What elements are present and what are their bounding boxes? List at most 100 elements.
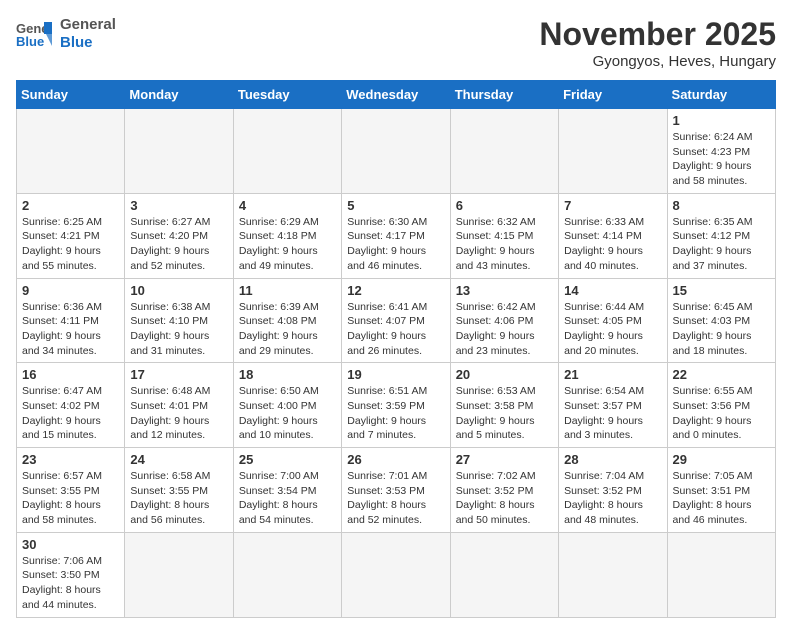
calendar-cell xyxy=(125,109,233,194)
day-number: 28 xyxy=(564,452,661,467)
calendar-cell: 28 Sunrise: 7:04 AM Sunset: 3:52 PM Dayli… xyxy=(559,448,667,533)
calendar-cell xyxy=(342,532,450,617)
day-number: 26 xyxy=(347,452,444,467)
day-number: 11 xyxy=(239,283,336,298)
day-info: Sunrise: 6:41 AM Sunset: 4:07 PM Dayligh… xyxy=(347,300,444,359)
calendar-cell: 26 Sunrise: 7:01 AM Sunset: 3:53 PM Dayli… xyxy=(342,448,450,533)
calendar-cell xyxy=(559,532,667,617)
day-info: Sunrise: 6:39 AM Sunset: 4:08 PM Dayligh… xyxy=(239,300,336,359)
day-number: 12 xyxy=(347,283,444,298)
calendar-cell: 24Sunrise: 6:58 AM Sunset: 3:55 PM Dayli… xyxy=(125,448,233,533)
day-info: Sunrise: 6:38 AM Sunset: 4:10 PM Dayligh… xyxy=(130,300,227,359)
calendar-week-3: 9Sunrise: 6:36 AM Sunset: 4:11 PM Daylig… xyxy=(17,278,776,363)
month-title: November 2025 xyxy=(539,16,776,53)
day-number: 6 xyxy=(456,198,553,213)
logo-general-text: General xyxy=(60,16,116,34)
calendar-cell xyxy=(450,532,558,617)
weekday-header-sunday: Sunday xyxy=(17,81,125,109)
day-info: Sunrise: 6:54 AM Sunset: 3:57 PM Dayligh… xyxy=(564,384,661,443)
calendar-cell: 29Sunrise: 7:05 AM Sunset: 3:51 PM Dayli… xyxy=(667,448,775,533)
calendar-cell: 30 Sunrise: 7:06 AM Sunset: 3:50 PM Dayli… xyxy=(17,532,125,617)
day-number: 14 xyxy=(564,283,661,298)
day-info: Sunrise: 6:42 AM Sunset: 4:06 PM Dayligh… xyxy=(456,300,553,359)
logo: General Blue General Blue xyxy=(16,16,116,52)
weekday-header-friday: Friday xyxy=(559,81,667,109)
calendar-cell xyxy=(559,109,667,194)
day-number: 2 xyxy=(22,198,119,213)
calendar-header-row: SundayMondayTuesdayWednesdayThursdayFrid… xyxy=(17,81,776,109)
day-number: 5 xyxy=(347,198,444,213)
svg-text:Blue: Blue xyxy=(16,34,44,48)
day-info: Sunrise: 6:48 AM Sunset: 4:01 PM Dayligh… xyxy=(130,384,227,443)
day-number: 17 xyxy=(130,367,227,382)
day-info: Sunrise: 7:01 AM Sunset: 3:53 PM Dayligh… xyxy=(347,469,444,528)
day-number: 29 xyxy=(673,452,770,467)
day-info: Sunrise: 7:06 AM Sunset: 3:50 PM Dayligh… xyxy=(22,554,119,613)
day-number: 21 xyxy=(564,367,661,382)
calendar-cell: 19 Sunrise: 6:51 AM Sunset: 3:59 PM Dayli… xyxy=(342,363,450,448)
calendar-cell: 5 Sunrise: 6:30 AM Sunset: 4:17 PM Daylig… xyxy=(342,193,450,278)
day-number: 13 xyxy=(456,283,553,298)
calendar-table: SundayMondayTuesdayWednesdayThursdayFrid… xyxy=(16,80,776,618)
calendar-cell: 4Sunrise: 6:29 AM Sunset: 4:18 PM Daylig… xyxy=(233,193,341,278)
day-info: Sunrise: 6:45 AM Sunset: 4:03 PM Dayligh… xyxy=(673,300,770,359)
day-info: Sunrise: 6:50 AM Sunset: 4:00 PM Dayligh… xyxy=(239,384,336,443)
calendar-cell xyxy=(17,109,125,194)
day-info: Sunrise: 6:35 AM Sunset: 4:12 PM Dayligh… xyxy=(673,215,770,274)
calendar-cell xyxy=(667,532,775,617)
day-number: 23 xyxy=(22,452,119,467)
day-number: 3 xyxy=(130,198,227,213)
calendar-cell: 16Sunrise: 6:47 AM Sunset: 4:02 PM Dayli… xyxy=(17,363,125,448)
calendar-cell xyxy=(342,109,450,194)
calendar-cell: 27Sunrise: 7:02 AM Sunset: 3:52 PM Dayli… xyxy=(450,448,558,533)
calendar-cell: 3 Sunrise: 6:27 AM Sunset: 4:20 PM Daylig… xyxy=(125,193,233,278)
day-info: Sunrise: 6:25 AM Sunset: 4:21 PM Dayligh… xyxy=(22,215,119,274)
calendar-cell xyxy=(450,109,558,194)
day-info: Sunrise: 6:57 AM Sunset: 3:55 PM Dayligh… xyxy=(22,469,119,528)
calendar-cell: 14 Sunrise: 6:44 AM Sunset: 4:05 PM Dayli… xyxy=(559,278,667,363)
calendar-cell xyxy=(125,532,233,617)
day-info: Sunrise: 6:53 AM Sunset: 3:58 PM Dayligh… xyxy=(456,384,553,443)
calendar-cell: 8Sunrise: 6:35 AM Sunset: 4:12 PM Daylig… xyxy=(667,193,775,278)
calendar-cell: 11 Sunrise: 6:39 AM Sunset: 4:08 PM Dayli… xyxy=(233,278,341,363)
calendar-week-1: 1 Sunrise: 6:24 AM Sunset: 4:23 PM Daylig… xyxy=(17,109,776,194)
day-number: 22 xyxy=(673,367,770,382)
weekday-header-tuesday: Tuesday xyxy=(233,81,341,109)
day-info: Sunrise: 6:36 AM Sunset: 4:11 PM Dayligh… xyxy=(22,300,119,359)
location-subtitle: Gyongyos, Heves, Hungary xyxy=(539,53,776,70)
weekday-header-wednesday: Wednesday xyxy=(342,81,450,109)
weekday-header-thursday: Thursday xyxy=(450,81,558,109)
day-number: 19 xyxy=(347,367,444,382)
calendar-cell xyxy=(233,109,341,194)
logo-icon: General Blue xyxy=(16,20,52,48)
day-number: 16 xyxy=(22,367,119,382)
day-info: Sunrise: 6:27 AM Sunset: 4:20 PM Dayligh… xyxy=(130,215,227,274)
calendar-cell: 25Sunrise: 7:00 AM Sunset: 3:54 PM Dayli… xyxy=(233,448,341,533)
day-info: Sunrise: 6:24 AM Sunset: 4:23 PM Dayligh… xyxy=(673,130,770,189)
title-block: November 2025 Gyongyos, Heves, Hungary xyxy=(539,16,776,70)
day-number: 30 xyxy=(22,537,119,552)
calendar-cell: 17 Sunrise: 6:48 AM Sunset: 4:01 PM Dayli… xyxy=(125,363,233,448)
calendar-cell xyxy=(233,532,341,617)
day-info: Sunrise: 6:55 AM Sunset: 3:56 PM Dayligh… xyxy=(673,384,770,443)
weekday-header-saturday: Saturday xyxy=(667,81,775,109)
calendar-week-5: 23 Sunrise: 6:57 AM Sunset: 3:55 PM Dayli… xyxy=(17,448,776,533)
day-info: Sunrise: 6:32 AM Sunset: 4:15 PM Dayligh… xyxy=(456,215,553,274)
day-info: Sunrise: 6:44 AM Sunset: 4:05 PM Dayligh… xyxy=(564,300,661,359)
calendar-cell: 2 Sunrise: 6:25 AM Sunset: 4:21 PM Daylig… xyxy=(17,193,125,278)
day-info: Sunrise: 7:04 AM Sunset: 3:52 PM Dayligh… xyxy=(564,469,661,528)
day-number: 18 xyxy=(239,367,336,382)
day-number: 1 xyxy=(673,113,770,128)
day-number: 15 xyxy=(673,283,770,298)
day-number: 25 xyxy=(239,452,336,467)
calendar-cell: 21 Sunrise: 6:54 AM Sunset: 3:57 PM Dayli… xyxy=(559,363,667,448)
calendar-cell: 6 Sunrise: 6:32 AM Sunset: 4:15 PM Daylig… xyxy=(450,193,558,278)
day-number: 24 xyxy=(130,452,227,467)
calendar-cell: 22 Sunrise: 6:55 AM Sunset: 3:56 PM Dayli… xyxy=(667,363,775,448)
calendar-cell: 23 Sunrise: 6:57 AM Sunset: 3:55 PM Dayli… xyxy=(17,448,125,533)
day-info: Sunrise: 6:30 AM Sunset: 4:17 PM Dayligh… xyxy=(347,215,444,274)
calendar-cell: 18 Sunrise: 6:50 AM Sunset: 4:00 PM Dayli… xyxy=(233,363,341,448)
calendar-cell: 12 Sunrise: 6:41 AM Sunset: 4:07 PM Dayli… xyxy=(342,278,450,363)
calendar-cell: 10Sunrise: 6:38 AM Sunset: 4:10 PM Dayli… xyxy=(125,278,233,363)
day-info: Sunrise: 6:51 AM Sunset: 3:59 PM Dayligh… xyxy=(347,384,444,443)
